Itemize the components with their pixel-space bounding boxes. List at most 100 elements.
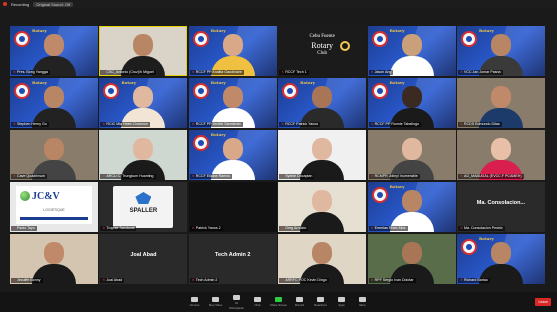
reactions-button[interactable]: Reactions: [314, 297, 327, 307]
leave-button[interactable]: Leave: [535, 298, 551, 306]
participant-name-text: Cave Quadrinson: [17, 174, 45, 178]
participant-tile[interactable]: ✕Cave Quadrinson: [10, 130, 98, 180]
participant-name-text: RCCF PP Ronnie Tabalingo: [374, 122, 419, 126]
participant-tile[interactable]: ✕RCDS Edmundo Ditas: [456, 78, 545, 128]
participant-tile[interactable]: ✕RPF Sergio Ivan Dolotar: [367, 234, 456, 284]
participant-tile[interactable]: Rotary ✕VCC Jan Jomar Pasna: [456, 26, 545, 76]
unmute-button[interactable]: Unmute: [189, 297, 201, 307]
recording-label: Recording: [11, 1, 30, 7]
microphone-icon: [191, 297, 198, 302]
participant-name-text: Richard Barlao: [463, 278, 488, 282]
participant-name-text: RCDS Edmundo Ditas: [463, 122, 500, 126]
muted-mic-icon: ✕: [370, 70, 374, 74]
logo-bar: [20, 217, 88, 220]
participant-tile[interactable]: ✕ARCU C. Trungkum Huanting: [99, 130, 188, 180]
meeting-toolbar: Unmute Stop Video 91 Participants Chat Sh…: [0, 292, 557, 312]
rotary-wordmark: Rotary: [121, 80, 137, 85]
participant-tile[interactable]: Joal Abad ✕Joal Abad: [99, 234, 188, 284]
participant-tile[interactable]: ✕RCMPR Jolinyl Inumerable: [367, 130, 456, 180]
participant-tile[interactable]: ✕CSC_Antonio (Cruz)/h Miguel: [99, 26, 188, 76]
share-screen-button[interactable]: Share Screen: [270, 297, 287, 307]
record-button[interactable]: Record: [294, 297, 306, 307]
participant-name-label: ✕Jason Ang: [368, 70, 394, 75]
participant-name-label: ✕CSC_Antonio (Cruz)/h Miguel: [100, 70, 156, 75]
participant-tile[interactable]: ✕Patrick Yanos 2: [188, 182, 277, 232]
participant-name-text: Jason Ang: [374, 70, 392, 74]
stop-video-button[interactable]: Stop Video: [209, 297, 222, 307]
participant-name-label: ✕Patrick Yanos 2: [189, 226, 223, 231]
rotary-badge-icon: [371, 83, 388, 99]
unmute-label: Unmute: [189, 303, 200, 307]
muted-mic-icon: ✕: [370, 278, 374, 282]
muted-mic-icon: ✕: [191, 174, 195, 178]
rotary-wordmark: Rotary: [32, 28, 47, 33]
apps-button[interactable]: Apps: [336, 297, 348, 307]
participant-tile[interactable]: ✕ARRFC POC Kevin Dingo: [278, 234, 367, 284]
participant-name-text: VCC Jan Jomar Pasna: [463, 70, 501, 74]
participant-name-text: CSC_Antonio (Cruz)/h Miguel: [106, 70, 154, 74]
more-label: More: [359, 303, 366, 307]
participant-tile[interactable]: Rotary ✕RCCF Ellaine Ramos: [188, 130, 277, 180]
participant-name-text: Stephen Henry Go: [17, 122, 47, 126]
club-name-line-3: Club: [317, 51, 328, 56]
participant-name-label: ✕VCC Jan Jomar Pasna: [457, 70, 503, 75]
participant-tile[interactable]: Rotary ✕RCCF PP Ronnie Tabalingo: [367, 78, 456, 128]
more-icon: [359, 297, 366, 302]
participant-tile[interactable]: ✕AG_MABUGAL (EVCC.F PCAMEH): [456, 130, 545, 180]
participant-name-label: ✕RCDS Edmundo Ditas: [457, 122, 502, 127]
person-head: [490, 138, 511, 160]
person-head: [490, 86, 511, 108]
logo-subtitle: LOGISTIQUE: [43, 208, 65, 212]
participant-name-label: ✕RCCF Patrick Yanos: [279, 122, 321, 127]
rotary-wordmark: Rotary: [210, 28, 226, 33]
participant-name-label: ✕Tech Admin 2: [189, 278, 220, 283]
participant-name-text: ARRFC POC Kevin Dingo: [285, 278, 327, 282]
participant-tile[interactable]: SPALLER ✕Trophie Sandoval: [99, 182, 188, 232]
participant-name-label: ✕RCMPR Jolinyl Inumerable: [368, 174, 420, 179]
recording-icon: [3, 2, 7, 6]
camera-icon: [212, 297, 219, 302]
participant-tile[interactable]: Rotary ✕Jason Ang: [367, 26, 456, 76]
participant-tile[interactable]: Rotary ✕Richard Barlao: [456, 234, 545, 284]
muted-mic-icon: ✕: [13, 174, 17, 178]
participant-name-label: ✕Paolo Tayo: [11, 226, 37, 231]
participant-tile[interactable]: ✕Greg Arnoldo: [278, 182, 367, 232]
participant-tile[interactable]: Rotary ✕RCIC Mia Helen Dolamon: [99, 78, 188, 128]
top-status-bar: Recording Original Sound: Off: [0, 0, 557, 8]
muted-mic-icon: ✕: [281, 122, 285, 126]
participant-name-label: ✕RCCF PP Ronnie Tabalingo: [368, 122, 421, 127]
participant-tile[interactable]: ✕Sydnie Docaplan: [278, 130, 367, 180]
participant-name-text: Greg Arnoldo: [285, 226, 307, 230]
person-head: [44, 34, 64, 56]
rotary-badge-icon: [14, 31, 30, 47]
participant-tile[interactable]: Rotary ✕RCCF Patrick Yanos: [278, 78, 367, 128]
participant-tile[interactable]: Tech Admin 2 ✕Tech Admin 2: [188, 234, 277, 284]
participant-tile[interactable]: Rotary ✕Pres. Bong Yangga: [10, 26, 98, 76]
chat-button[interactable]: Chat: [252, 297, 264, 307]
more-button[interactable]: More: [357, 297, 369, 307]
muted-mic-icon: ✕: [281, 70, 285, 74]
participant-count: 91: [234, 300, 239, 305]
person-head: [312, 86, 333, 108]
participant-tile[interactable]: Ma. Consolacion... ✕Ma. Consolacion Pestr…: [456, 182, 545, 232]
muted-mic-icon: ✕: [191, 226, 195, 230]
participant-display-name: Ma. Consolacion...: [476, 200, 526, 206]
participant-tile[interactable]: ✕Jecuiffe Bonny: [10, 234, 98, 284]
participant-tile[interactable]: Rotary ✕RCCF PP Jenifer Sarmiento: [188, 78, 277, 128]
muted-mic-icon: ✕: [102, 70, 106, 74]
participant-name-label: ✕Richard Barlao: [457, 278, 490, 283]
rotary-wordmark: Rotary: [32, 80, 47, 85]
participant-name-label: ✕Trophie Sandoval: [100, 226, 137, 231]
participant-name-label: ✕ARRFC POC Kevin Dingo: [279, 278, 329, 283]
participant-tile[interactable]: Rotary ✕RCCF PP Analita Gaudinaire: [188, 26, 277, 76]
rotary-badge-icon: [103, 83, 120, 99]
participants-button[interactable]: 91 Participants: [229, 294, 244, 310]
participant-tile[interactable]: Cebu Fuente Rotary Club ✕RCCF Tech 1: [278, 26, 367, 76]
muted-mic-icon: ✕: [102, 278, 106, 282]
original-sound-toggle[interactable]: Original Sound: Off: [33, 1, 74, 7]
participant-tile[interactable]: Rotary ✕Stephen Henry Go: [10, 78, 98, 128]
participant-tile[interactable]: JC&V LOGISTIQUE ✕Paolo Tayo: [10, 182, 98, 232]
participant-tile[interactable]: Rotary ✕Emerlan Rhee Alba: [367, 182, 456, 232]
muted-mic-icon: ✕: [102, 174, 106, 178]
participant-name-text: RCCF Patrick Yanos: [285, 122, 319, 126]
